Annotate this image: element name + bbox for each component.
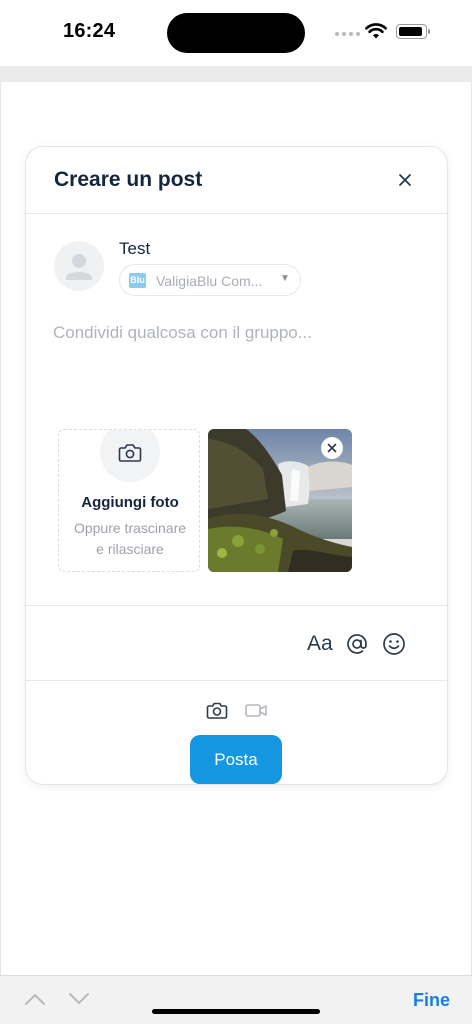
- add-photo-dropzone[interactable]: Aggiungi foto Oppure trascinare e rilasc…: [58, 429, 200, 572]
- tools-divider: [26, 605, 447, 606]
- wifi-icon: [365, 23, 387, 39]
- attached-photo-thumbnail: [208, 429, 352, 572]
- close-icon[interactable]: [394, 169, 416, 191]
- close-icon: [327, 443, 337, 453]
- footer-divider: [26, 680, 447, 681]
- group-select-value: ValigiaBlu Com...: [156, 273, 263, 289]
- add-photo-title: Aggiungi foto: [81, 494, 179, 511]
- status-bar: 16:24: [0, 0, 472, 66]
- mention-icon[interactable]: [344, 631, 370, 657]
- emoji-icon[interactable]: [381, 631, 407, 657]
- add-photo-icon-circle: [100, 430, 160, 482]
- header-divider: [26, 213, 447, 214]
- user-placeholder-icon: [66, 254, 92, 280]
- group-select[interactable]: Blu ValigiaBlu Com... ▼: [119, 264, 301, 296]
- modal-title: Creare un post: [54, 168, 203, 191]
- done-button[interactable]: Fine: [413, 990, 450, 1011]
- video-camera-icon[interactable]: [244, 699, 268, 721]
- author-name: Test: [119, 239, 151, 258]
- battery-icon: [396, 24, 430, 39]
- chevron-up-icon[interactable]: [24, 992, 46, 1006]
- text-format-button[interactable]: Aa: [307, 632, 333, 656]
- avatar: [54, 241, 104, 291]
- post-button[interactable]: Posta: [190, 735, 282, 784]
- cellular-signal-icon: [335, 32, 360, 36]
- camera-icon[interactable]: [206, 699, 228, 721]
- status-time: 16:24: [63, 20, 116, 42]
- dynamic-island: [167, 13, 305, 53]
- create-post-modal: Creare un post Test Blu ValigiaBlu Com..…: [25, 146, 448, 785]
- camera-icon: [118, 444, 142, 462]
- chevron-down-icon[interactable]: [68, 992, 90, 1006]
- keyboard-accessory-bar: Fine: [0, 975, 472, 1024]
- home-indicator: [152, 1009, 320, 1014]
- post-text-input[interactable]: Condividi qualcosa con il gruppo...: [53, 323, 413, 383]
- remove-photo-button[interactable]: [321, 437, 343, 459]
- group-logo: Blu: [129, 273, 146, 288]
- add-photo-subtitle: Oppure trascinare e rilasciare: [73, 520, 187, 557]
- caret-down-icon: ▼: [280, 273, 290, 284]
- webview-top-band: [0, 66, 472, 82]
